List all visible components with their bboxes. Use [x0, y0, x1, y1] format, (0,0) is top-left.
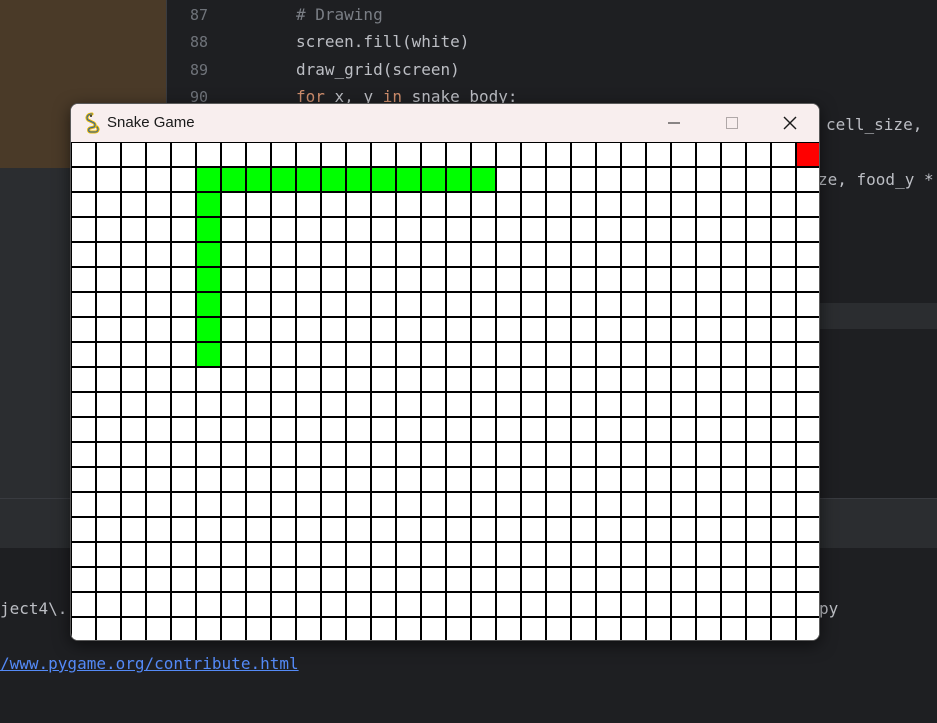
game-board[interactable] — [71, 142, 820, 641]
code-fragment-right: ze, food_y * — [818, 170, 934, 189]
minimize-button[interactable] — [645, 104, 703, 142]
code-line-comment: # Drawing — [296, 5, 383, 24]
code-fragment-right: cell_size, — [826, 115, 932, 134]
snake-segment — [421, 167, 446, 192]
snake-segment — [196, 217, 221, 242]
run-output-text: ject4\. — [0, 599, 68, 618]
window-title-bar[interactable]: Snake Game — [71, 104, 819, 142]
maximize-button[interactable] — [703, 104, 761, 142]
maximize-icon — [726, 117, 738, 129]
snake-segment — [196, 342, 221, 367]
snake-segment — [396, 167, 421, 192]
snake-segment — [196, 267, 221, 292]
snake-segment — [271, 167, 296, 192]
snake-segment — [346, 167, 371, 192]
run-output-text: py — [819, 599, 839, 618]
snake-segment — [446, 167, 471, 192]
snake-segment — [321, 167, 346, 192]
snake-segment — [221, 167, 246, 192]
line-number: 87 — [189, 6, 208, 24]
snake-segment — [196, 242, 221, 267]
snake-segment — [246, 167, 271, 192]
minimize-icon — [668, 122, 680, 124]
snake-segment — [196, 317, 221, 342]
code-line: screen.fill(white) — [296, 32, 470, 51]
snake-game-window[interactable]: Snake Game — [70, 103, 820, 641]
food-cell — [796, 142, 819, 167]
pygame-contribute-link[interactable]: /www.pygame.org/contribute.html — [0, 655, 299, 673]
snake-segment — [471, 167, 496, 192]
snake-segment — [196, 192, 221, 217]
line-number: 88 — [189, 33, 208, 51]
grid-lines — [71, 142, 819, 640]
line-number: 89 — [189, 61, 208, 79]
code-line: draw_grid(screen) — [296, 60, 460, 79]
close-button[interactable] — [761, 104, 819, 142]
snake-segment — [296, 167, 321, 192]
window-title: Snake Game — [107, 114, 195, 131]
snake-segment-head — [196, 167, 221, 192]
snake-segment — [371, 167, 396, 192]
pygame-snake-icon — [85, 112, 100, 134]
snake-segment — [196, 292, 221, 317]
close-icon — [783, 116, 797, 130]
